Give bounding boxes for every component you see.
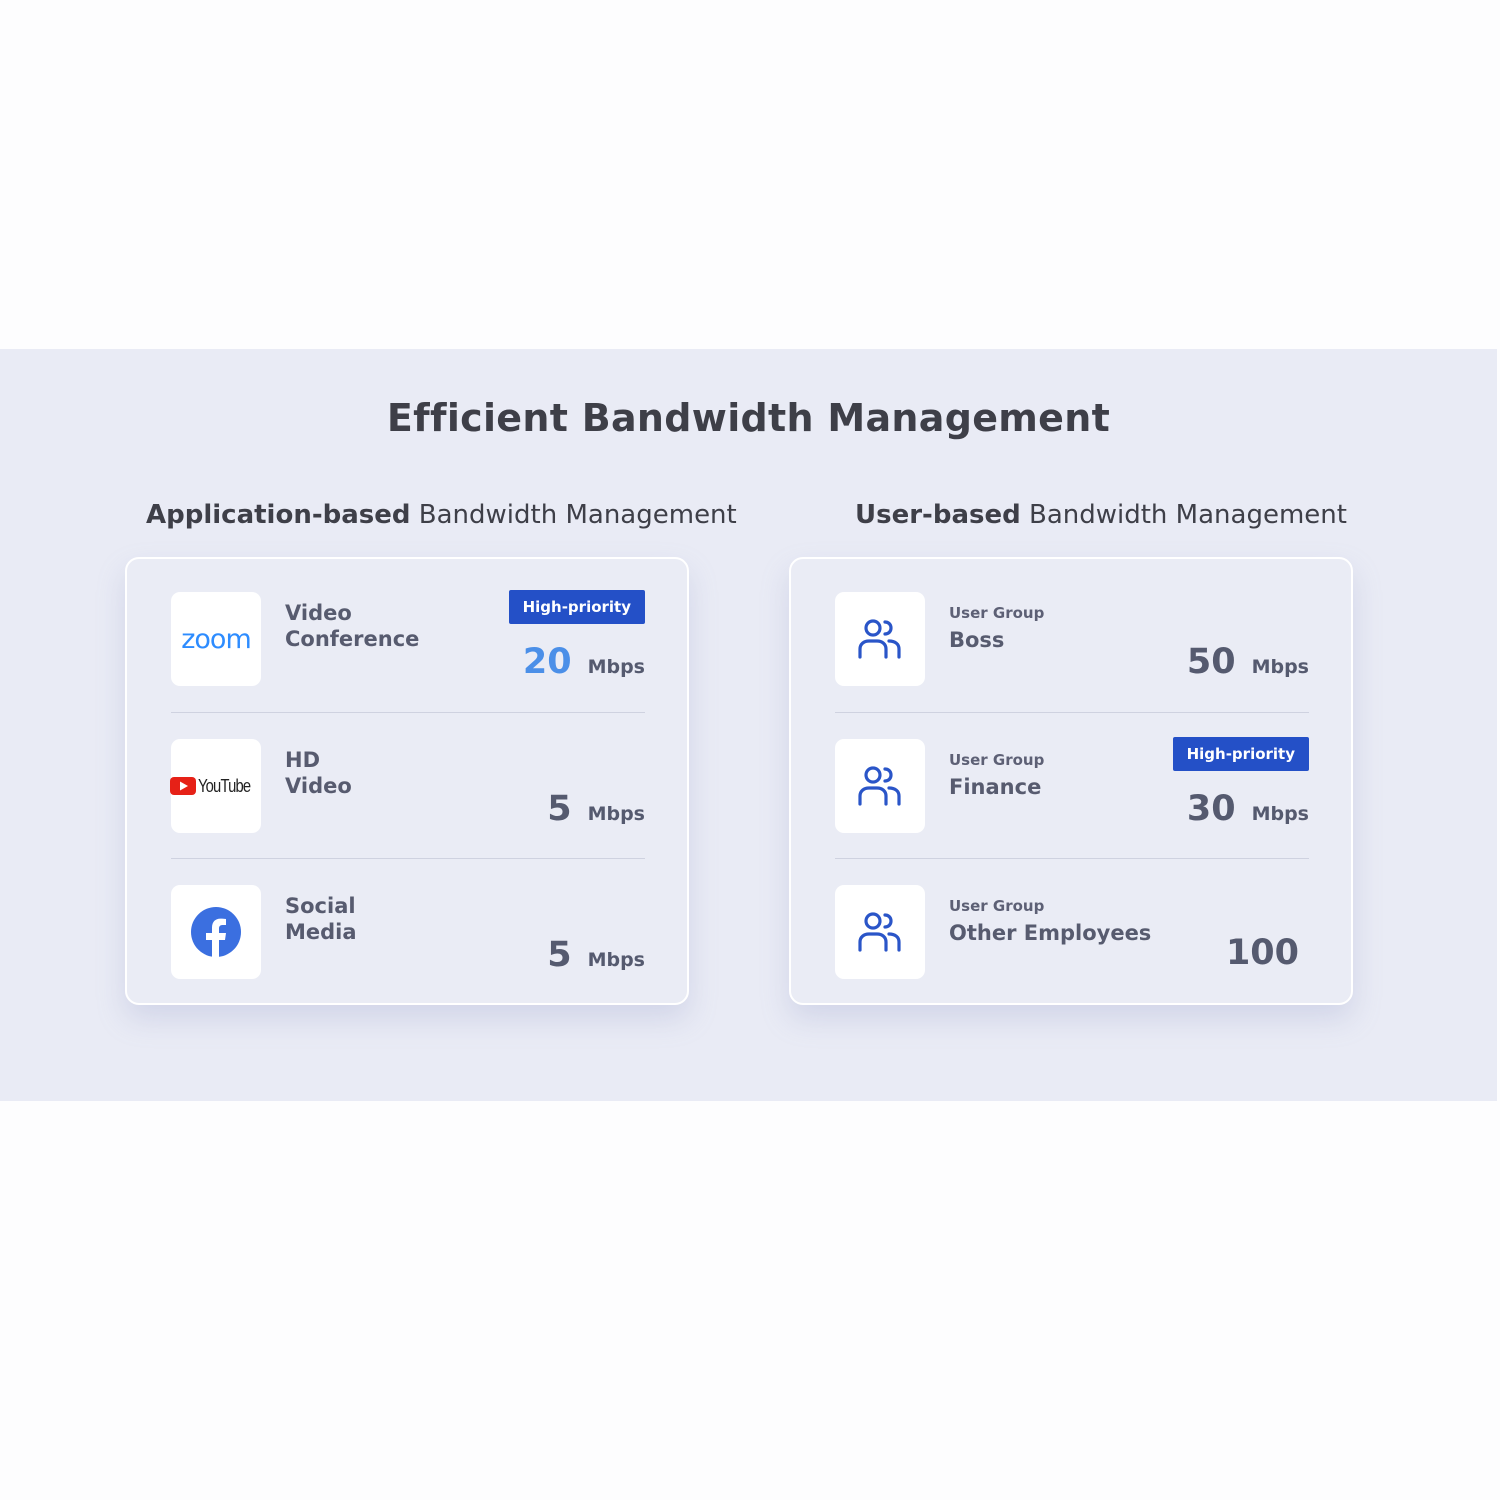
user-group-name: Finance [949,775,1042,799]
users-glyph [858,912,901,952]
list-item: zoom Video Conference High-priority 20 M… [171,590,645,736]
list-item: YouTube HD Video 5 Mbps [170,737,645,883]
rate-value: 50 [1186,642,1236,682]
page-title: Efficient Bandwidth Management [386,396,1111,440]
user-bandwidth-card: User Group Boss 50 Mbps User Group Finan… [789,557,1353,1005]
priority-badge: High-priority [508,590,645,624]
facebook-f-icon [191,907,241,958]
facebook-logo-icon [171,885,261,979]
rate-unit: Mbps [1251,803,1309,825]
youtube-logo-icon: YouTube [170,739,261,833]
priority-badge: High-priority [1172,737,1309,771]
section-title-rest: Bandwidth Management [1020,500,1347,530]
bandwidth-rate: 20 Mbps [523,642,645,682]
rate-unit: Mbps [587,656,645,678]
rate-unit: Mbps [587,949,645,971]
zoom-logo-text: zoom [181,623,252,655]
section-title-bold: User-based [855,500,1021,530]
app-name: Social Media [285,894,357,944]
rate-value: 5 [547,789,572,829]
divider [835,858,1309,859]
zoom-logo-icon: zoom [171,592,261,686]
app-name: Video Conference [285,601,420,651]
rate-value: 100 [1225,933,1299,973]
list-item: User Group Finance High-priority 30 Mbps [835,737,1309,883]
rate-value: 30 [1186,789,1236,829]
youtube-logo-text: YouTube [198,775,251,796]
app-name: HD Video [285,748,352,798]
bandwidth-rate: 100 [1226,933,1299,973]
bandwidth-rate: 5 Mbps [547,935,645,975]
divider [171,712,645,713]
rate-unit: Mbps [587,803,645,825]
section-title-bold: Application-based [146,500,411,530]
user-group-name: Other Employees [949,921,1152,945]
section-title-user: User-based Bandwidth Management [855,500,1347,530]
section-title-rest: Bandwidth Management [410,500,737,530]
user-group-caption: User Group [949,897,1045,915]
rate-unit: Mbps [1251,656,1309,678]
user-group-name: Boss [949,628,1005,652]
divider [171,858,645,859]
rate-value: 20 [522,642,572,682]
list-item: Social Media 5 Mbps [171,883,645,1003]
bandwidth-rate: 30 Mbps [1187,789,1309,829]
list-item: User Group Other Employees 100 [835,883,1309,1003]
bandwidth-rate: 50 Mbps [1187,642,1309,682]
bandwidth-rate: 5 Mbps [547,789,645,829]
list-item: User Group Boss 50 Mbps [835,590,1309,736]
user-group-caption: User Group [949,604,1045,622]
users-icon [835,739,925,833]
youtube-play-icon [170,777,197,795]
users-glyph [858,766,901,806]
user-group-caption: User Group [949,751,1045,769]
users-glyph [858,619,901,659]
divider [835,712,1309,713]
rate-value: 5 [547,935,572,975]
users-icon [835,885,925,979]
section-title-application: Application-based Bandwidth Management [146,500,737,530]
users-icon [835,592,925,686]
application-bandwidth-card: zoom Video Conference High-priority 20 M… [125,557,689,1005]
